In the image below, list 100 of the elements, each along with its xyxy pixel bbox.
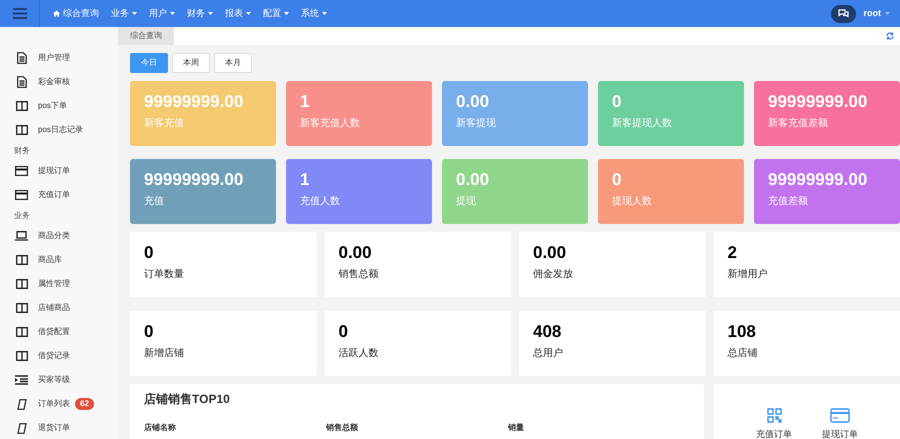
- sidebar-item[interactable]: 用户管理: [0, 46, 118, 70]
- stat-value: 0: [144, 321, 154, 343]
- stat-label: 新客充值差额: [768, 116, 829, 131]
- nav-menu-item[interactable]: 业务: [111, 6, 137, 20]
- refresh-icon[interactable]: [886, 32, 894, 40]
- sidebar-item[interactable]: pos日志记录: [0, 118, 118, 142]
- columns-icon: [16, 303, 28, 313]
- stat-label: 活跃人数: [338, 347, 380, 361]
- stat-label: 充值差额: [768, 194, 809, 209]
- caret-icon: [208, 12, 213, 15]
- period-button[interactable]: 本周: [172, 53, 210, 73]
- qr-code-icon: [766, 408, 782, 423]
- shortcut-link[interactable]: 充值订单: [756, 429, 792, 439]
- sidebar-item[interactable]: 借贷记录: [0, 344, 118, 368]
- stat-value: 2: [728, 242, 738, 264]
- sidebar-item[interactable]: 商品库: [0, 248, 118, 272]
- caret-icon: [132, 12, 137, 15]
- stat-value: 1: [300, 91, 310, 113]
- columns-icon: [16, 351, 28, 361]
- stat-value: 0.00: [456, 91, 490, 113]
- column-header: 销量: [508, 422, 525, 434]
- stat-value: 0: [612, 91, 622, 113]
- columns-icon: [16, 101, 28, 111]
- stat-value: 0.00: [456, 169, 490, 191]
- stat-label: 新客充值: [144, 116, 185, 131]
- sidebar-item[interactable]: 属性管理: [0, 272, 118, 296]
- stat-label: 销售总额: [338, 268, 380, 282]
- card-title: 店铺销售TOP10: [144, 391, 231, 408]
- stat-label: 新客提现人数: [612, 116, 673, 131]
- column-header: 销售总额: [326, 422, 359, 434]
- sidebar-item[interactable]: 订单列表 62: [0, 392, 118, 416]
- caret-icon: [284, 12, 289, 15]
- caret-icon: [322, 12, 327, 15]
- sidebar-item[interactable]: 借贷配置: [0, 320, 118, 344]
- credit-card-icon: [15, 190, 28, 200]
- stat-value: 0: [338, 321, 349, 343]
- column-header: 店铺名称: [144, 422, 177, 434]
- sidebar-group-label: 业务: [13, 210, 31, 222]
- chat-button[interactable]: [830, 4, 856, 22]
- sidebar-item[interactable]: 买家等级: [0, 368, 118, 392]
- stat-label: 新增店铺: [144, 346, 185, 361]
- stat-value: 99999999.00: [768, 169, 868, 191]
- nav-menu-item[interactable]: 用户: [149, 6, 175, 20]
- stat-label: 新增用户: [728, 268, 768, 282]
- stat-label: 提现人数: [612, 195, 653, 209]
- caret-icon: [246, 12, 251, 15]
- nav-menu-item[interactable]: 报表: [225, 6, 251, 20]
- sidebar-item[interactable]: 店铺商品: [0, 296, 118, 320]
- stat-value: 1: [300, 169, 310, 191]
- period-button[interactable]: 本月: [214, 53, 252, 73]
- credit-card-icon: [830, 408, 850, 423]
- stat-label: 总店铺: [728, 346, 758, 361]
- parallelogram-icon: [16, 422, 26, 434]
- stat-label: 佣金发放: [533, 268, 574, 282]
- sidebar-item[interactable]: 商品分类: [0, 224, 118, 248]
- caret-icon: [170, 12, 175, 15]
- columns-icon: [16, 327, 28, 337]
- chat-icon: [838, 9, 848, 18]
- caret-icon: [885, 12, 890, 15]
- columns-icon: [16, 279, 28, 289]
- sidebar-item[interactable]: 提现订单: [0, 159, 118, 183]
- stat-value: 0.00: [533, 242, 568, 264]
- stat-value: 408: [533, 321, 562, 343]
- stat-value: 99999999.00: [144, 169, 244, 191]
- nav-menu-item[interactable]: 综合查询: [53, 6, 99, 20]
- shortcut-link[interactable]: 提现订单: [822, 429, 858, 439]
- count-badge: 62: [75, 398, 94, 410]
- home-icon: [53, 10, 60, 17]
- laptop-icon: [15, 231, 28, 241]
- parallelogram-icon: [16, 398, 26, 410]
- user-menu[interactable]: root: [864, 6, 890, 20]
- stat-label: 充值人数: [300, 194, 341, 209]
- stat-label: 总用户: [533, 346, 564, 361]
- stat-value: 108: [728, 321, 757, 343]
- columns-icon: [16, 125, 28, 135]
- stat-value: 99999999.00: [144, 91, 244, 113]
- stat-value: 0.00: [338, 242, 373, 264]
- nav-menu-item[interactable]: 配置: [263, 6, 289, 20]
- columns-icon: [16, 255, 28, 265]
- page-tab[interactable]: 综合查询: [118, 27, 174, 45]
- credit-card-icon: [15, 166, 28, 176]
- sidebar-item[interactable]: 充值订单: [0, 183, 118, 207]
- stat-label: 新客提现: [456, 116, 497, 131]
- stat-value: 99999999.00: [768, 91, 868, 113]
- nav-menu-item[interactable]: 系统: [301, 6, 327, 20]
- sidebar-item[interactable]: 退货订单: [0, 416, 118, 439]
- sidebar-item[interactable]: pos下单: [0, 94, 118, 118]
- sidebar-item[interactable]: 彩金审核: [0, 70, 118, 94]
- stat-label: 提现: [456, 195, 477, 209]
- menu-icon[interactable]: [12, 8, 26, 19]
- stat-label: 新客充值人数: [300, 116, 361, 131]
- stat-label: 充值: [144, 194, 165, 209]
- nav-menu-item[interactable]: 财务: [187, 6, 213, 20]
- stat-label: 订单数量: [144, 268, 185, 282]
- stat-value: 0: [612, 169, 622, 191]
- sidebar-group-label: 财务: [13, 144, 31, 156]
- list-icon: [15, 375, 28, 385]
- document-icon: [16, 52, 26, 64]
- document-icon: [16, 76, 26, 88]
- stat-value: 0: [144, 242, 154, 264]
